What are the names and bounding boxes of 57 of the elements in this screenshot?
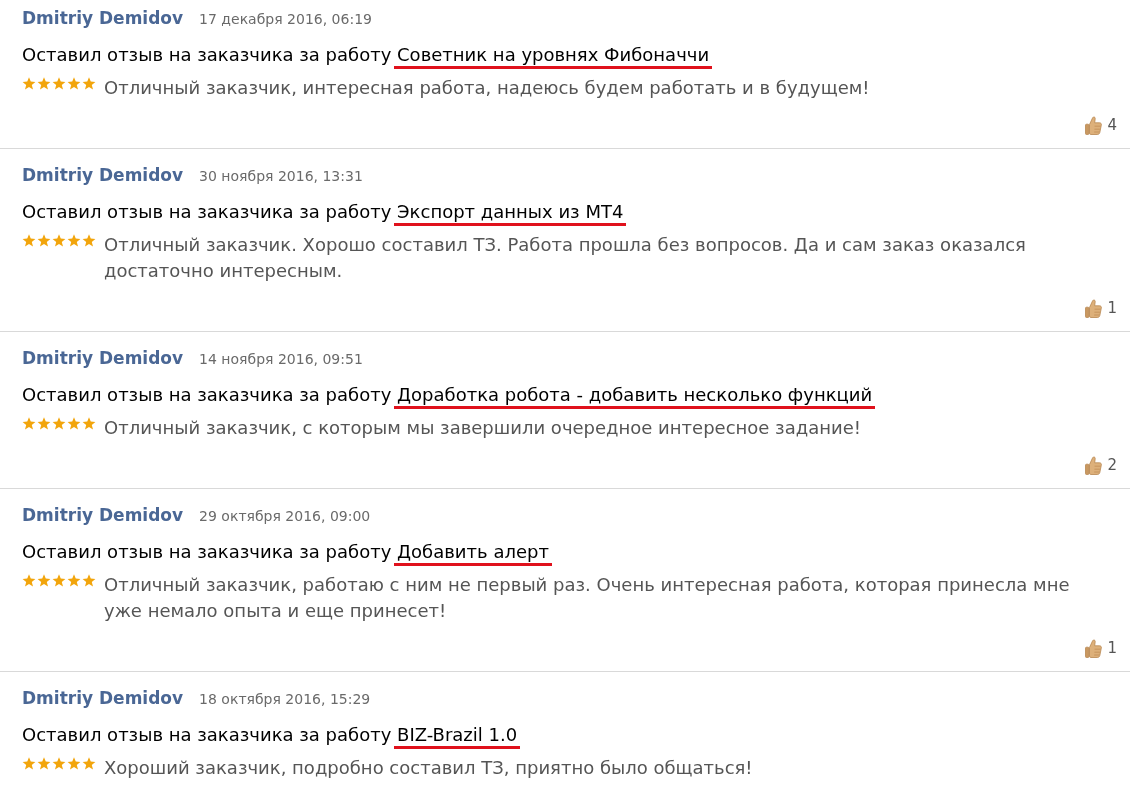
review-title: Оставил отзыв на заказчика за работу Советник на уровнях Фибоначчи [22, 43, 1117, 67]
like-count: 4 [1107, 116, 1117, 134]
star-icon [37, 234, 51, 247]
review-date: 14 ноября 2016, 09:51 [199, 350, 363, 369]
review-comment: Отличный заказчик. Хорошо составил ТЗ. Работа прошла без вопросов. Да и сам заказ оказался достаточно интересным. [104, 233, 1027, 283]
author-link[interactable]: Dmitriy Demidov [22, 348, 184, 368]
star-icon [37, 417, 51, 430]
star-icon [37, 77, 51, 90]
review-date: 29 октября 2016, 09:00 [199, 507, 371, 526]
review-date: 18 октября 2016, 15:29 [199, 690, 371, 709]
author-link[interactable]: Dmitriy Demidov [22, 688, 184, 708]
star-icon [22, 417, 36, 430]
star-icon [82, 234, 96, 247]
project-link[interactable]: BIZ-Brazil 1.0 [394, 724, 521, 749]
star-icon [67, 757, 81, 770]
star-icon [82, 574, 96, 587]
star-icon [67, 417, 81, 430]
star-icon [22, 757, 36, 770]
star-icon [37, 574, 51, 587]
review-comment: Отличный заказчик, работаю с ним не первый раз. Очень интересная работа, которая принесла мне уже немало опыта и еще принесет! [104, 573, 1071, 623]
star-icon [52, 574, 66, 587]
review-date: 17 декабря 2016, 06:19 [199, 10, 372, 29]
star-icon [22, 234, 36, 247]
review-title: Оставил отзыв на заказчика за работу Экспорт данных из MT4 [22, 200, 1117, 224]
star-icon [37, 757, 51, 770]
review-title: Оставил отзыв на заказчика за работу Добавить алерт [22, 540, 1117, 564]
review-date: 30 ноября 2016, 13:31 [199, 167, 363, 186]
star-icon [82, 757, 96, 770]
star-icon [82, 417, 96, 430]
project-link[interactable]: Добавить алерт [394, 541, 552, 566]
star-icon [22, 77, 36, 90]
star-icon [67, 574, 81, 587]
star-icon [67, 234, 81, 247]
review-title: Оставил отзыв на заказчика за работу BIZ-Brazil 1.0 [22, 723, 1117, 747]
star-icon [52, 417, 66, 430]
project-link[interactable]: Советник на уровнях Фибоначчи [394, 44, 713, 69]
star-icon [67, 77, 81, 90]
project-link[interactable]: Доработка робота - добавить несколько функций [394, 384, 876, 409]
star-icon [52, 234, 66, 247]
thumbs-up-icon[interactable] [1085, 298, 1103, 318]
like-count: 2 [1107, 456, 1117, 474]
review-title: Оставил отзыв на заказчика за работу Доработка робота - добавить несколько функций [22, 383, 1117, 407]
star-icon [52, 757, 66, 770]
star-icon [52, 77, 66, 90]
review-comment: Отличный заказчик, интересная работа, надеюсь будем работать и в будущем! [104, 76, 871, 100]
thumbs-up-icon[interactable] [1085, 638, 1103, 658]
star-icon [82, 77, 96, 90]
like-count: 1 [1107, 639, 1117, 657]
author-link[interactable]: Dmitriy Demidov [22, 8, 184, 28]
author-link[interactable]: Dmitriy Demidov [22, 165, 184, 185]
review-comment: Хороший заказчик, подробно составил ТЗ, приятно было общаться! [104, 756, 754, 780]
thumbs-up-icon[interactable] [1085, 455, 1103, 475]
thumbs-up-icon[interactable] [1085, 115, 1103, 135]
star-icon [22, 574, 36, 587]
author-link[interactable]: Dmitriy Demidov [22, 505, 184, 525]
review-comment: Отличный заказчик, с которым мы завершили очередное интересное задание! [104, 416, 862, 440]
like-count: 1 [1107, 299, 1117, 317]
